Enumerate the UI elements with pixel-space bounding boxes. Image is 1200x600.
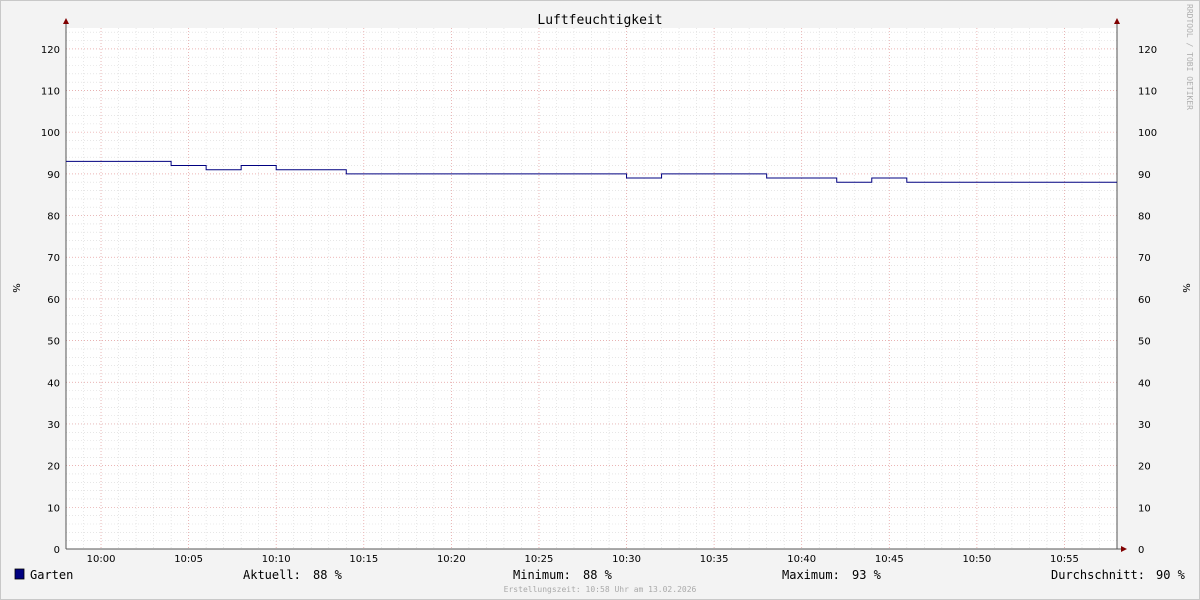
y-tick-label-right: 90 bbox=[1138, 170, 1151, 181]
y-tick-label-left: 40 bbox=[47, 378, 60, 389]
x-tick-label: 10:00 bbox=[87, 554, 116, 565]
chart-title: Luftfeuchtigkeit bbox=[537, 13, 662, 28]
stat-minimum-label: Minimum: bbox=[513, 568, 571, 582]
x-tick-label: 10:25 bbox=[525, 554, 554, 565]
y-tick-label-left: 120 bbox=[41, 45, 60, 56]
y-tick-label-left: 20 bbox=[47, 462, 60, 473]
y-tick-label-right: 20 bbox=[1138, 462, 1151, 473]
y-tick-label-left: 70 bbox=[47, 253, 60, 264]
x-tick-label: 10:20 bbox=[437, 554, 466, 565]
legend-color-swatch bbox=[14, 568, 25, 580]
creation-timestamp: Erstellungszeit: 10:58 Uhr am 13.02.2026 bbox=[504, 585, 697, 594]
y-tick-labels-right: 0 10 20 30 40 50 60 70 80 90 100 110 120 bbox=[1138, 45, 1157, 556]
y-tick-label-left: 110 bbox=[41, 87, 60, 98]
x-tick-label: 10:45 bbox=[875, 554, 904, 565]
y-tick-label-left: 80 bbox=[47, 212, 60, 223]
x-tick-label: 10:10 bbox=[262, 554, 291, 565]
humidity-chart: 0 10 20 30 40 50 60 70 80 90 100 110 120 0 10 20 30 40 50… bbox=[10, 4, 1194, 594]
x-tick-label: 10:30 bbox=[612, 554, 641, 565]
y-tick-label-right: 110 bbox=[1138, 87, 1157, 98]
x-tick-label: 10:05 bbox=[174, 554, 203, 565]
y-axis-right-arrow-icon bbox=[1114, 18, 1120, 24]
y-tick-label-right: 70 bbox=[1138, 253, 1151, 264]
y-tick-label-right: 30 bbox=[1138, 420, 1151, 431]
stat-aktuell-label: Aktuell: bbox=[243, 568, 301, 582]
x-tick-label: 10:15 bbox=[349, 554, 378, 565]
stat-aktuell-value: 88 % bbox=[313, 568, 343, 582]
y-tick-label-left: 50 bbox=[47, 337, 60, 348]
y-tick-label-right: 100 bbox=[1138, 128, 1157, 139]
stat-durchschnitt-value: 90 % bbox=[1156, 568, 1186, 582]
y-tick-label-left: 0 bbox=[54, 545, 60, 556]
y-axis-label-right: % bbox=[1180, 283, 1191, 293]
y-tick-label-right: 10 bbox=[1138, 503, 1151, 514]
y-tick-label-right: 40 bbox=[1138, 378, 1151, 389]
x-axis-arrow-icon bbox=[1121, 546, 1127, 552]
y-tick-label-left: 100 bbox=[41, 128, 60, 139]
x-tick-label: 10:35 bbox=[700, 554, 729, 565]
legend-series-name: Garten bbox=[30, 568, 73, 582]
y-tick-labels-left: 0 10 20 30 40 50 60 70 80 90 100 110 120 bbox=[41, 45, 60, 556]
rrdtool-watermark: RRDTOOL / TOBI OETIKER bbox=[1185, 4, 1194, 110]
y-tick-label-left: 90 bbox=[47, 170, 60, 181]
stat-maximum-value: 93 % bbox=[852, 568, 882, 582]
y-tick-label-right: 120 bbox=[1138, 45, 1157, 56]
y-tick-label-right: 60 bbox=[1138, 295, 1151, 306]
x-tick-label: 10:55 bbox=[1050, 554, 1079, 565]
y-tick-label-left: 30 bbox=[47, 420, 60, 431]
y-tick-label-right: 80 bbox=[1138, 212, 1151, 223]
y-axis-left-arrow-icon bbox=[63, 18, 69, 24]
x-tick-label: 10:40 bbox=[787, 554, 816, 565]
x-tick-label: 10:50 bbox=[962, 554, 991, 565]
x-tick-labels: 10:00 10:05 10:10 10:15 10:20 10:25 10:30 10:35… bbox=[87, 554, 1079, 565]
y-axis-label-left: % bbox=[10, 283, 21, 293]
y-tick-label-left: 60 bbox=[47, 295, 60, 306]
y-tick-label-right: 50 bbox=[1138, 337, 1151, 348]
stat-minimum-value: 88 % bbox=[583, 568, 613, 582]
y-tick-label-left: 10 bbox=[47, 503, 60, 514]
stat-durchschnitt-label: Durchschnitt: bbox=[1051, 568, 1145, 582]
y-tick-label-right: 0 bbox=[1138, 545, 1144, 556]
stat-maximum-label: Maximum: bbox=[782, 568, 840, 582]
